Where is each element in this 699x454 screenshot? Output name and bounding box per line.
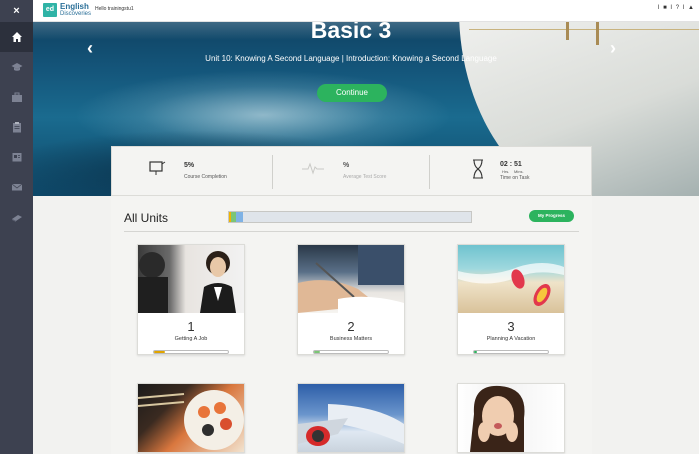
next-arrow-icon[interactable]: › [610, 38, 616, 59]
unit-name: Planning A Vacation [486, 336, 536, 342]
unit-card[interactable] [137, 383, 245, 453]
unit-progress-fill [474, 351, 477, 353]
stat-time-on-task: 02 : 51 Hrs. Mins. Time on Task [430, 147, 593, 197]
unit-card[interactable] [457, 383, 565, 453]
top-utility-icons[interactable]: I ■ I ? I ▲ [658, 5, 695, 11]
previous-arrow-icon[interactable]: ‹ [87, 38, 93, 59]
mail-icon [11, 183, 22, 191]
logo-subtext: Discoveries [60, 11, 92, 17]
completion-label: Course Completion [184, 174, 227, 180]
continue-button[interactable]: Continue [317, 84, 387, 102]
book-icon [11, 215, 22, 222]
sidebar: × [0, 0, 33, 454]
sidebar-item-home[interactable] [0, 22, 33, 52]
unit-number: 2 [347, 319, 355, 334]
unit-progress-bar [473, 350, 549, 354]
my-progress-button[interactable]: My Progress [529, 210, 574, 222]
unit-card[interactable]: 2 Business Matters [297, 244, 405, 355]
graduation-cap-icon [11, 63, 22, 71]
unit-image [298, 384, 404, 452]
hourglass-icon [473, 159, 483, 179]
sidebar-item-messages[interactable] [0, 172, 33, 202]
sidebar-item-reports[interactable] [0, 142, 33, 172]
clipboard-icon [12, 122, 21, 133]
test-score-value: % [343, 162, 350, 169]
test-score-label: Average Test Score [343, 174, 387, 180]
top-bar: ed English Discoveries Hello trainingstu… [33, 0, 699, 22]
time-hours-label: Hrs. [502, 169, 510, 174]
unit-name: Getting A Job [174, 336, 208, 342]
heartbeat-icon [302, 162, 324, 175]
units-divider [124, 231, 579, 232]
home-icon [11, 32, 22, 42]
unit-image [298, 245, 404, 313]
unit-image [138, 384, 244, 452]
presentation-board-icon [149, 161, 166, 175]
close-sidebar-button[interactable]: × [0, 0, 33, 22]
sidebar-item-assignments[interactable] [0, 112, 33, 142]
unit-image [458, 384, 564, 452]
time-minutes-label: Mins. [514, 169, 524, 174]
completion-value: 5% [184, 162, 195, 169]
unit-name: Business Matters [329, 336, 373, 342]
unit-progress-fill [314, 351, 320, 353]
document-icon [12, 153, 21, 162]
stat-completion: 5% Course Completion [112, 147, 272, 197]
overall-progress-segment [236, 212, 243, 222]
time-label: Time on Task [500, 175, 530, 181]
units-title: All Units [124, 211, 169, 225]
unit-progress-fill [154, 351, 165, 353]
unit-progress-bar [153, 350, 229, 354]
unit-image [458, 245, 564, 313]
briefcase-icon [11, 92, 22, 102]
sidebar-item-library[interactable] [0, 202, 33, 232]
unit-card[interactable]: 3 Planning A Vacation [457, 244, 565, 355]
sidebar-item-courses[interactable] [0, 52, 33, 82]
units-section: All Units My Progress 1 Getting A Job 2 … [111, 196, 592, 454]
overall-progress-bar [228, 211, 472, 223]
stat-test-score: % Average Test Score [273, 147, 429, 197]
unit-number: 1 [187, 319, 195, 334]
unit-progress-bar [313, 350, 389, 354]
user-greeting: Hello trainingstu1 [95, 6, 134, 12]
stats-panel: 5% Course Completion % Average Test Scor… [111, 146, 592, 196]
sidebar-item-work[interactable] [0, 82, 33, 112]
time-value: 02 : 51 [500, 161, 522, 168]
logo-mark[interactable]: ed [43, 3, 57, 17]
unit-image [138, 245, 244, 313]
unit-number: 3 [507, 319, 515, 334]
unit-card[interactable] [297, 383, 405, 453]
app-root: × Basic 3 Unit 10: Knowing A Second Lang… [0, 0, 699, 454]
unit-card[interactable]: 1 Getting A Job [137, 244, 245, 355]
current-unit-subtitle: Unit 10: Knowing A Second Language | Int… [205, 54, 497, 63]
logo-text: English [60, 2, 89, 11]
